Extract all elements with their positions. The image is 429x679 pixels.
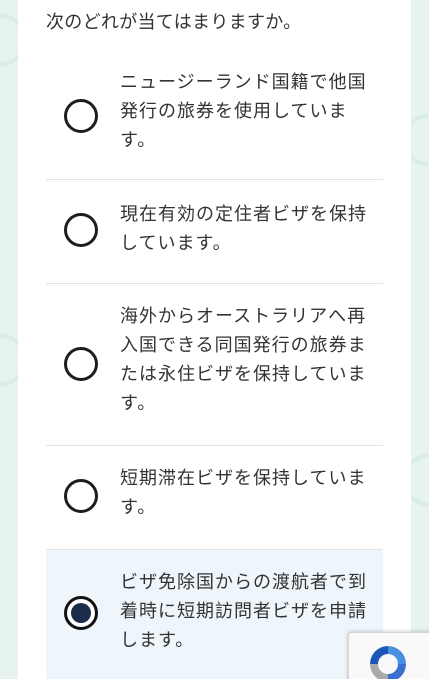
recaptcha-icon [370, 646, 406, 679]
radio-button[interactable] [64, 213, 98, 247]
radio-button[interactable] [64, 479, 98, 513]
recaptcha-badge[interactable] [348, 632, 429, 679]
option-reentry-passport[interactable]: 海外からオーストラリアへ再入国できる同国発行の旅券または永住ビザを保持しています… [46, 284, 383, 446]
radio-dot [71, 603, 91, 623]
radio-button[interactable] [64, 99, 98, 133]
option-label: ニュージーランド国籍で他国発行の旅券を使用しています。 [120, 72, 367, 151]
option-resident-visa[interactable]: 現在有効の定住者ビザを保持しています。 [46, 180, 383, 284]
question-card: 次のどれが当てはまりますか。 ニュージーランド国籍で他国発行の旅券を使用していま… [18, 0, 411, 679]
radio-button[interactable] [64, 347, 98, 381]
option-label: 短期滞在ビザを保持しています。 [120, 468, 367, 518]
option-label: ビザ免除国からの渡航者で到着時に短期訪問者ビザを申請します。 [120, 572, 367, 651]
option-label: 現在有効の定住者ビザを保持しています。 [120, 204, 367, 254]
option-visa-on-arrival[interactable]: ビザ免除国からの渡航者で到着時に短期訪問者ビザを申請します。 [46, 550, 383, 679]
option-label: 海外からオーストラリアへ再入国できる同国発行の旅券または永住ビザを保持しています… [120, 306, 367, 414]
radio-button-selected[interactable] [64, 596, 98, 630]
option-short-stay-visa[interactable]: 短期滞在ビザを保持しています。 [46, 446, 383, 550]
option-nz-passport[interactable]: ニュージーランド国籍で他国発行の旅券を使用しています。 [46, 54, 383, 180]
question-text: 次のどれが当てはまりますか。 [46, 12, 302, 33]
